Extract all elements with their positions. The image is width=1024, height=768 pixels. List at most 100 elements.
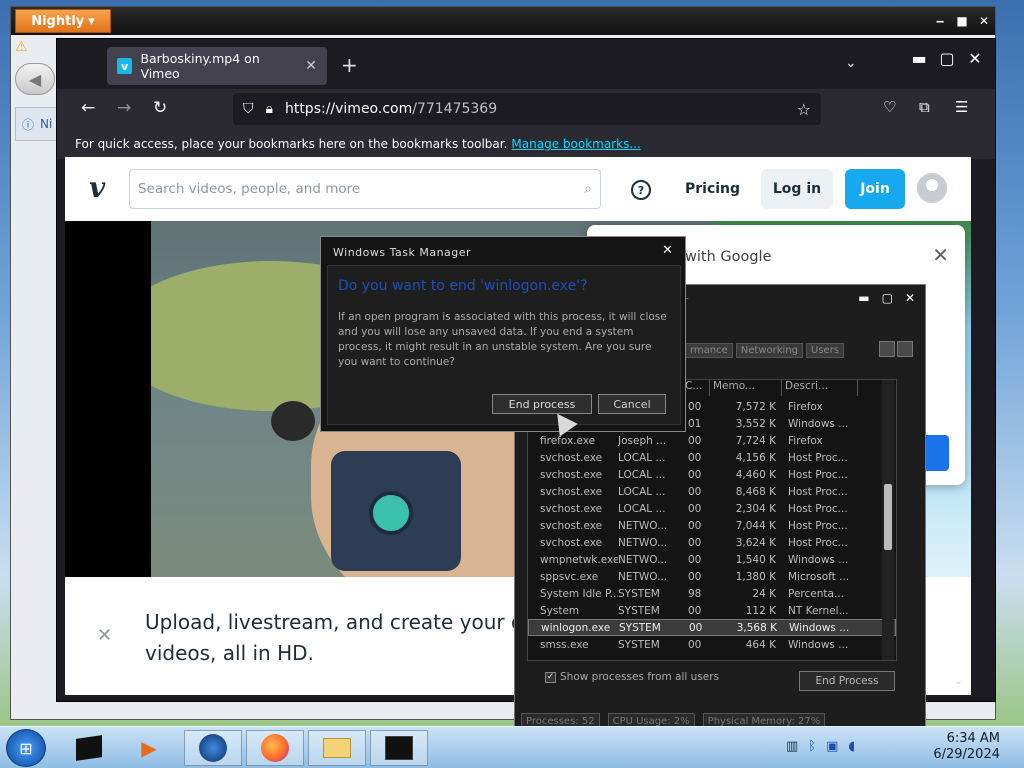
minimize-icon[interactable]: ▬ xyxy=(858,291,869,305)
tab-users[interactable]: Users xyxy=(806,343,845,358)
login-button[interactable]: Log in xyxy=(761,169,833,209)
taskbar-app-task-manager[interactable] xyxy=(370,730,428,766)
cell-mem: 7,572 K xyxy=(735,400,776,413)
table-row[interactable]: winlogon.exe SYSTEM 00 3,568 K Windows ... xyxy=(528,619,896,636)
clock-time: 6:34 AM xyxy=(946,731,1000,746)
join-button[interactable]: Join xyxy=(845,169,905,209)
scroll-down-icon[interactable]: ⌄ xyxy=(954,674,963,687)
dialog-body: Do you want to end 'winlogon.exe'? If an… xyxy=(327,265,681,425)
table-row[interactable]: wmpnetwk.exe NETWO... 00 1,540 K Windows ... xyxy=(528,551,896,568)
taskbar-app-nightly[interactable] xyxy=(184,730,242,766)
cell-desc: Microsoft ... xyxy=(788,570,850,583)
close-icon[interactable]: ✕ xyxy=(932,243,949,267)
tray-icon-devices[interactable]: ▥ xyxy=(786,739,798,754)
table-row[interactable]: svchost.exe NETWO... 00 3,624 K Host Proc... xyxy=(528,534,896,551)
column-cpu[interactable]: C... xyxy=(682,380,710,396)
cell-mem: 464 K xyxy=(745,638,776,651)
shield-icon[interactable]: ⛉ xyxy=(243,101,254,117)
table-row[interactable]: smss.exe SYSTEM 00 464 K Windows ... xyxy=(528,636,896,653)
maximize-icon[interactable]: ■ xyxy=(951,11,973,31)
cell-cpu: 00 xyxy=(688,502,702,515)
close-icon[interactable]: ✕ xyxy=(662,243,673,258)
close-icon[interactable]: ✕ xyxy=(961,47,989,69)
avatar[interactable] xyxy=(917,173,947,203)
nightly-menu-button[interactable]: Nightly ▾ xyxy=(15,9,111,33)
url-text[interactable]: https://vimeo.com/771475369 xyxy=(285,101,497,117)
clock[interactable]: 6:34 AM 6/29/2024 xyxy=(900,731,1000,763)
end-process-button[interactable]: End Process xyxy=(799,671,895,691)
cancel-button[interactable]: Cancel xyxy=(598,394,666,414)
cell-cpu: 00 xyxy=(688,570,702,583)
manage-bookmarks-link[interactable]: Manage bookmarks... xyxy=(511,137,640,151)
forward-arrow-icon[interactable]: → xyxy=(117,98,131,118)
cell-desc: Host Proc... xyxy=(788,536,848,549)
column-description[interactable]: Descri... xyxy=(782,380,858,396)
minimize-icon[interactable]: ‒ xyxy=(929,11,951,31)
menu-icon[interactable]: ☰ xyxy=(955,98,968,116)
table-row[interactable]: sppsvc.exe NETWO... 00 1,380 K Microsoft ... xyxy=(528,568,896,585)
cell-user: NETWO... xyxy=(618,519,668,532)
star-icon[interactable]: ☆ xyxy=(797,100,811,119)
table-row[interactable]: System Idle P... SYSTEM 98 24 K Percenta... xyxy=(528,585,896,602)
task-manager-tabs: rmance Networking Users xyxy=(685,343,845,358)
new-tab-icon[interactable]: + xyxy=(341,53,358,77)
cell-mem: 24 K xyxy=(752,587,776,600)
cell-mem: 2,304 K xyxy=(735,502,776,515)
back-arrow-icon[interactable]: ← xyxy=(81,98,95,118)
tab-networking[interactable]: Networking xyxy=(735,343,804,358)
pocket-icon[interactable]: ♡ xyxy=(883,98,896,116)
vimeo-logo[interactable]: v xyxy=(89,171,105,204)
show-all-processes-checkbox[interactable]: ✓ Show processes from all users xyxy=(545,671,719,683)
taskbar-app-firefox[interactable] xyxy=(246,730,304,766)
table-row[interactable]: svchost.exe LOCAL ... 00 2,304 K Host Proc..… xyxy=(528,500,896,517)
back-button[interactable]: ◀ xyxy=(15,63,55,95)
start-button[interactable]: ⊞ xyxy=(6,729,46,767)
maximize-icon[interactable]: ▢ xyxy=(933,47,961,69)
cell-name: svchost.exe xyxy=(540,468,603,481)
table-row[interactable]: firefox.exe Joseph ... 00 7,724 K Firefox xyxy=(528,432,896,449)
taskbar-app-media-player[interactable]: ▶ xyxy=(120,730,178,766)
close-icon[interactable]: ✕ xyxy=(305,58,317,74)
cell-desc: Host Proc... xyxy=(788,468,848,481)
end-process-confirm-button[interactable]: End process xyxy=(492,394,592,414)
reload-icon[interactable]: ↻ xyxy=(153,98,167,118)
tab-scroll-right-button[interactable] xyxy=(897,341,913,357)
cell-cpu: 00 xyxy=(688,468,702,481)
lock-icon[interactable]: 🔒︎ xyxy=(266,101,273,117)
close-icon[interactable]: ✕ xyxy=(97,625,112,646)
checkbox-icon[interactable]: ✓ xyxy=(545,671,556,683)
taskbar-app-explorer[interactable] xyxy=(308,730,366,766)
tray-icon-network[interactable]: ▣ xyxy=(826,739,838,754)
pricing-link[interactable]: Pricing xyxy=(685,181,740,197)
table-row[interactable]: svchost.exe LOCAL ... 00 4,460 K Host Proc..… xyxy=(528,466,896,483)
cell-user: SYSTEM xyxy=(618,604,660,617)
close-icon[interactable]: ✕ xyxy=(905,291,915,305)
cell-cpu: 00 xyxy=(688,400,702,413)
cell-user: LOCAL ... xyxy=(618,468,666,481)
search-icon[interactable]: ⌕ xyxy=(584,181,592,197)
tab-performance[interactable]: rmance xyxy=(685,343,733,358)
globe-icon xyxy=(199,734,227,762)
help-icon[interactable]: ? xyxy=(631,180,651,200)
minimize-icon[interactable]: ▬ xyxy=(905,47,933,69)
vimeo-favicon-icon: v xyxy=(117,58,133,74)
table-row[interactable]: System SYSTEM 00 112 K NT Kernel... xyxy=(528,602,896,619)
process-list-scrollbar[interactable] xyxy=(882,380,894,660)
tab-scroll-left-button[interactable] xyxy=(879,341,895,357)
table-row[interactable]: svchost.exe LOCAL ... 00 8,468 K Host Proc..… xyxy=(528,483,896,500)
search-input[interactable]: Search videos, people, and more ⌕ xyxy=(129,169,601,209)
cell-desc: Firefox xyxy=(788,434,823,447)
chevron-down-icon[interactable]: ⌄ xyxy=(845,55,857,71)
tray-icon-bluetooth[interactable]: ᛒ xyxy=(808,739,816,754)
url-bar[interactable]: ⛉ 🔒︎ https://vimeo.com/771475369 ☆ xyxy=(233,93,821,125)
column-memory[interactable]: Memo... xyxy=(710,380,782,396)
tab-vimeo[interactable]: v Barboskiny.mp4 on Vimeo ✕ xyxy=(107,47,327,85)
close-icon[interactable]: ✕ xyxy=(973,11,995,31)
maximize-icon[interactable]: ▢ xyxy=(882,291,893,305)
scrollbar-thumb[interactable] xyxy=(884,484,892,550)
table-row[interactable]: svchost.exe LOCAL ... 00 4,156 K Host Proc..… xyxy=(528,449,896,466)
table-row[interactable]: svchost.exe NETWO... 00 7,044 K Host Proc... xyxy=(528,517,896,534)
extensions-icon[interactable]: ⧉ xyxy=(919,98,930,116)
taskbar-app-terminal[interactable] xyxy=(60,730,118,766)
tray-icon-volume[interactable]: ◖ xyxy=(848,739,855,754)
